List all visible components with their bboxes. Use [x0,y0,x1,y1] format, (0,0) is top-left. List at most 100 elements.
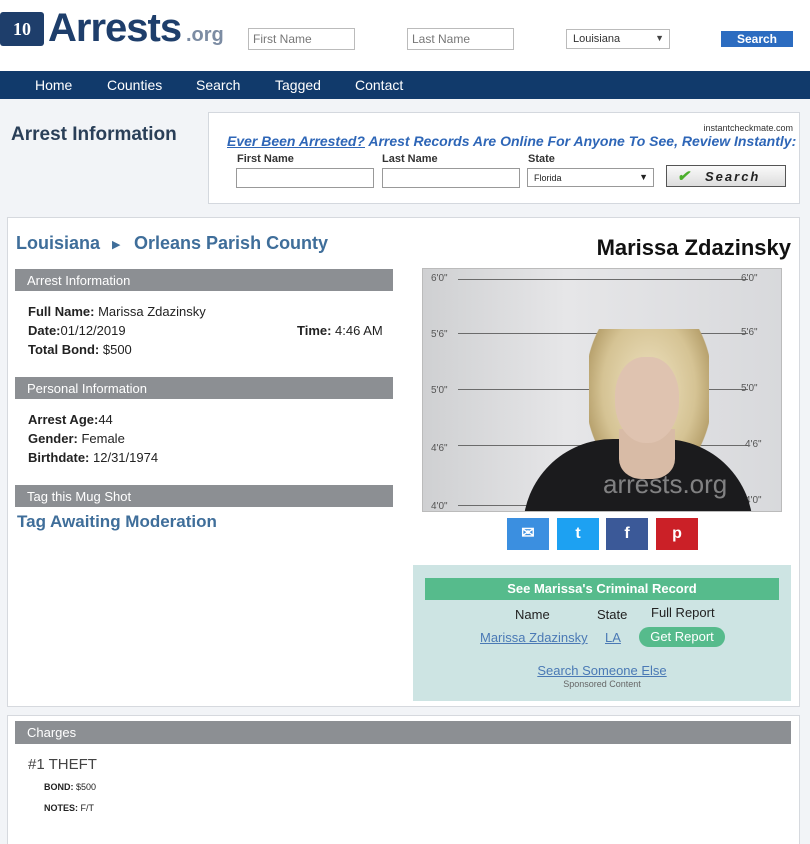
nav-item-tagged[interactable]: Tagged [275,77,321,93]
pinterest-icon: p [672,525,682,542]
full-name-label: Full Name: [28,304,95,319]
age-label: Arrest Age: [28,412,99,427]
nav-item-contact[interactable]: Contact [355,77,403,93]
gender-line: Gender: Female [28,431,125,446]
ad-last-name-input[interactable] [382,168,520,188]
birthdate-value: 12/31/1974 [89,450,159,465]
ruler-label: 5'0" [741,383,758,394]
person-name: Marissa Zdazinsky [596,235,791,260]
header-state-value: Louisiana [573,33,621,45]
share-twitter-button[interactable]: t [557,518,599,550]
header-last-name-input[interactable]: Last Name [407,28,514,50]
nav-item-home[interactable]: Home [35,77,72,93]
record-col-state: State [597,607,628,622]
date-line: Date:01/12/2019 [28,323,126,338]
date-value: 01/12/2019 [60,323,126,338]
site-header: 10 Arrests .org First Name Last Name Lou… [0,0,810,71]
age-line: Arrest Age:44 [28,412,113,427]
person-face [615,357,679,443]
ruler-label: 5'0" [431,385,448,396]
breadcrumb-county[interactable]: Orleans Parish County [134,233,328,254]
envelope-icon: ✉ [521,525,535,542]
charge-bond-value: $500 [73,782,97,792]
time-value: 4:46 AM [331,323,383,338]
logo-text: Arrests [48,6,182,50]
ad-state-label: State [528,153,555,165]
ruler-label: 4'0" [431,501,448,512]
charge-bond-line: BOND: $500 [44,782,96,792]
ad-search-button[interactable]: ✔ Search [666,165,786,187]
breadcrumb-state[interactable]: Louisiana [16,233,100,254]
record-name-link[interactable]: Marissa Zdazinsky [480,630,588,645]
checkmark-icon: ✔ [677,168,692,185]
get-report-button[interactable]: Get Report [639,627,725,647]
arrest-info-header: Arrest Information [15,269,393,291]
charge-notes-line: NOTES: F/T [44,803,94,813]
sponsored-label: Sponsored Content [563,679,641,689]
mugshot-photo: 6'0" 5'6" 5'0" 4'6" 4'0" 6'0" 5'6" 5'0" … [422,268,782,512]
charge-notes-label: NOTES: [44,803,79,813]
bond-label: Total Bond: [28,342,100,357]
share-pinterest-button[interactable]: p [656,518,698,550]
record-col-name: Name [515,607,550,622]
page-title: Arrest Information [11,124,177,145]
ad-first-name-input[interactable] [236,168,374,188]
ad-first-name-label: First Name [237,153,294,165]
gender-label: Gender: [28,431,78,446]
site-logo[interactable]: 10 Arrests .org [0,6,235,50]
photo-watermark: arrests.org [603,469,728,499]
header-state-select[interactable]: Louisiana ▼ [566,29,670,49]
nav-item-counties[interactable]: Counties [107,77,162,93]
charges-header: Charges [15,721,791,744]
ad-headline[interactable]: Ever Been Arrested? Arrest Records Are O… [227,133,796,149]
time-label: Time: [297,323,332,338]
facebook-icon: f [624,525,630,542]
full-name-value: Marissa Zdazinsky [94,304,206,319]
ruler-label: 6'0" [741,273,758,284]
ad-state-select[interactable]: Florida ▼ [527,168,654,187]
criminal-record-box: See Marissa's Criminal Record Name State… [413,565,791,701]
ruler-label: 5'6" [431,329,448,340]
ad-headline-question: Ever Been Arrested? [227,133,365,149]
nav-item-search[interactable]: Search [196,77,240,93]
search-someone-else-link[interactable]: Search Someone Else [413,663,791,678]
twitter-icon: t [575,525,581,542]
record-col-report: Full Report [651,605,715,620]
gender-value: Female [77,431,125,446]
chevron-down-icon: ▼ [639,172,648,182]
full-name-line: Full Name: Marissa Zdazinsky [28,304,206,319]
charge-title: #1 THEFT [28,756,97,773]
tag-status-link[interactable]: Tag Awaiting Moderation [17,512,217,532]
header-search-button[interactable]: Search [721,31,793,47]
tag-header: Tag this Mug Shot [15,485,393,507]
main-nav: Home Counties Search Tagged Contact [0,71,810,99]
ruler-label: 5'6" [741,327,758,338]
ad-search-label: Search [705,169,761,184]
share-email-button[interactable]: ✉ [507,518,549,550]
chevron-down-icon: ▼ [655,33,664,43]
share-facebook-button[interactable]: f [606,518,648,550]
logo-mark-icon: 10 [0,12,44,46]
time-line: Time: 4:46 AM [297,323,383,338]
bond-line: Total Bond: $500 [28,342,132,357]
ruler-label: 6'0" [431,273,448,284]
bond-value: $500 [99,342,132,357]
header-first-name-input[interactable]: First Name [248,28,355,50]
charge-bond-label: BOND: [44,782,74,792]
ad-source[interactable]: instantcheckmate.com [703,123,793,133]
date-label: Date: [28,323,61,338]
record-state-link[interactable]: LA [605,630,621,645]
ruler-label: 4'6" [745,439,762,450]
logo-tld: .org [186,24,224,46]
ad-last-name-label: Last Name [382,153,438,165]
record-heading: See Marissa's Criminal Record [425,578,779,600]
birthdate-line: Birthdate: 12/31/1974 [28,450,158,465]
personal-info-header: Personal Information [15,377,393,399]
ad-headline-rest: Arrest Records Are Online For Anyone To … [364,133,797,149]
height-ruler-line [458,279,748,280]
breadcrumb-arrow-icon: ▶ [112,239,121,251]
age-value: 44 [98,412,113,427]
search-ad-box: instantcheckmate.com Ever Been Arrested?… [208,112,800,204]
charge-notes-value: F/T [78,803,95,813]
birthdate-label: Birthdate: [28,450,90,465]
